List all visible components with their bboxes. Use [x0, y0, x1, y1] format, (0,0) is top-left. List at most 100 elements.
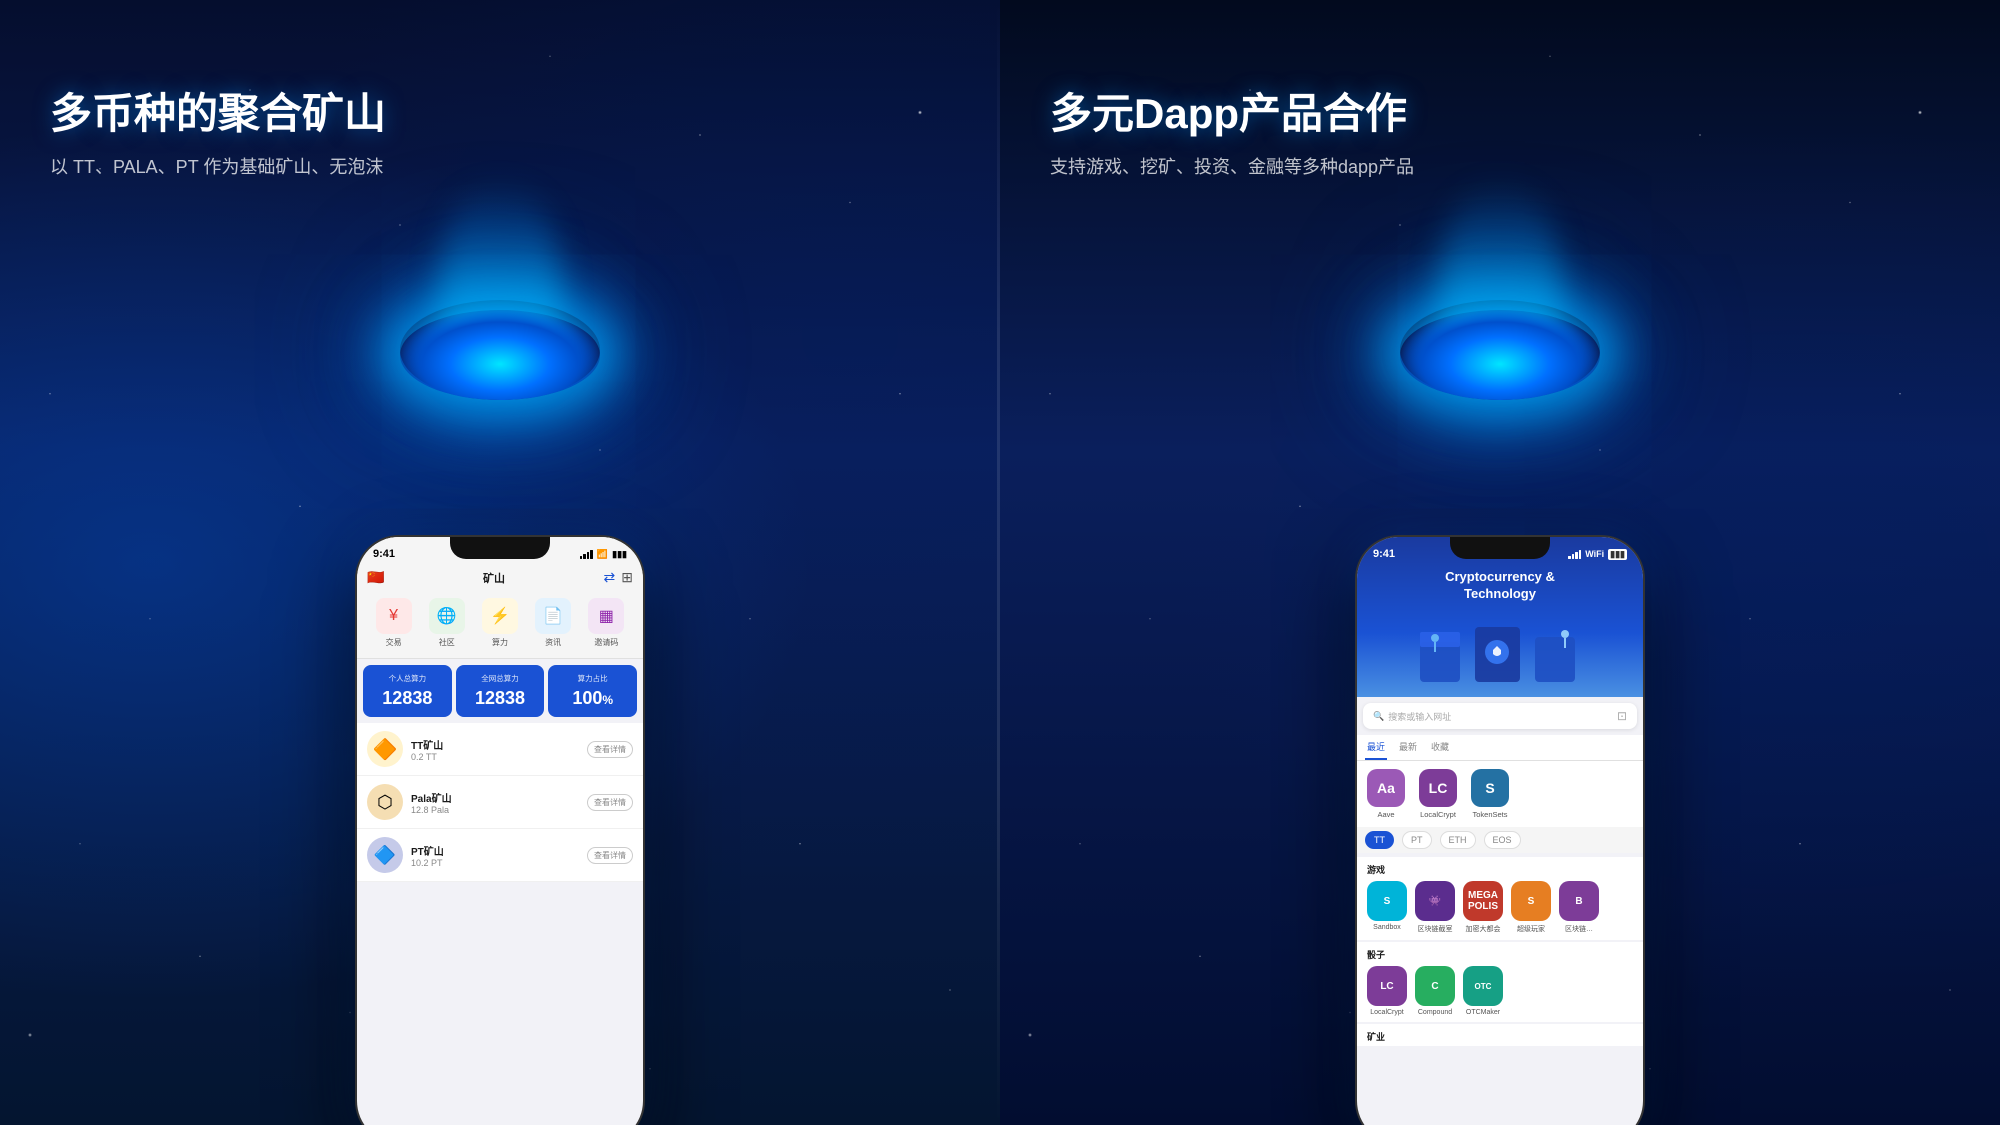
nav-action-icons: ⇄ ⊞ — [604, 569, 633, 586]
battery-icon: ▮▮▮ — [612, 549, 627, 560]
otcmaker-icon: OTC — [1463, 966, 1503, 1006]
power-button-right — [1643, 657, 1645, 707]
compound-icon: C — [1415, 966, 1455, 1006]
mining-title-row: 🇨🇳 矿山 ⇄ ⊞ — [367, 569, 633, 586]
right-screen: 9:41 WiFi ▮▮▮ — [1357, 537, 1643, 1125]
mining-title: 矿山 — [483, 570, 505, 586]
mining-section: 矿业 — [1357, 1024, 1643, 1046]
recent-localcrypt[interactable]: LC LocalCrypt — [1419, 769, 1457, 819]
dapp-hero-illustration — [1410, 622, 1590, 692]
pt-detail-btn[interactable]: 查看详情 — [587, 847, 633, 864]
left-screen: 9:41 📶 ▮▮▮ 🇨🇳 — [357, 537, 643, 1125]
metropolis-icon: MEGAPOLIS — [1463, 881, 1503, 921]
tab-newest[interactable]: 最新 — [1397, 735, 1419, 760]
tt-detail-btn[interactable]: 查看详情 — [587, 741, 633, 758]
tab-recent[interactable]: 最近 — [1365, 735, 1387, 760]
battery-icon-right: ▮▮▮ — [1608, 549, 1627, 560]
app-blockchain1[interactable]: 👾 区块链截室 — [1415, 881, 1455, 934]
tt-icon: 🔶 — [367, 731, 403, 767]
right-phone: 9:41 WiFi ▮▮▮ — [1355, 535, 1645, 1125]
nav-news[interactable]: 📄 资讯 — [535, 598, 571, 648]
recent-aave[interactable]: Aa Aave — [1367, 769, 1405, 819]
pt-icon: 🔷 — [367, 837, 403, 873]
games-section: 游戏 S Sandbox 👾 区块链截室 MEGAPOLIS 加密大都会 — [1357, 857, 1643, 940]
dice-title: 骰子 — [1357, 942, 1643, 964]
pala-info: Pala矿山 12.8 Pala — [411, 790, 587, 815]
cat-eth[interactable]: ETH — [1440, 831, 1476, 849]
right-notch — [1450, 537, 1550, 559]
left-subtitle: 以 TT、PALA、PT 作为基础矿山、无泡沫 — [50, 153, 386, 179]
right-time: 9:41 — [1373, 548, 1395, 560]
cat-eos[interactable]: EOS — [1484, 831, 1521, 849]
left-time: 9:41 — [373, 548, 395, 560]
dapp-title-area: Cryptocurrency &Technology — [1369, 569, 1631, 603]
nav-trading[interactable]: ¥ 交易 — [376, 598, 412, 648]
tokensets-icon: S — [1471, 769, 1509, 807]
wallet-icon[interactable]: ⇄ — [604, 569, 616, 586]
right-panel: 多元Dapp产品合作 支持游戏、挖矿、投资、金融等多种dapp产品 9:41 — [1000, 0, 2000, 1125]
localcrypt2-icon: LC — [1367, 966, 1407, 1006]
cat-pt[interactable]: PT — [1402, 831, 1432, 849]
app-metropolis[interactable]: MEGAPOLIS 加密大都会 — [1463, 881, 1503, 934]
app-compound[interactable]: C Compound — [1415, 966, 1455, 1016]
app-supergamer[interactable]: S 超级玩家 — [1511, 881, 1551, 934]
dapp-main-tabs: 最近 最新 收藏 — [1357, 735, 1643, 761]
dice-section: 骰子 LC LocalCrypt C Compound OTC OTCMaker — [1357, 942, 1643, 1022]
dapp-app-title: Cryptocurrency &Technology — [1369, 569, 1631, 603]
games-title: 游戏 — [1357, 857, 1643, 879]
left-status-icons: 📶 ▮▮▮ — [580, 549, 627, 560]
nav-invite[interactable]: ▦ 邀请码 — [588, 598, 624, 648]
tt-info: TT矿山 0.2 TT — [411, 737, 587, 762]
right-phone-container: 9:41 WiFi ▮▮▮ — [1355, 535, 1645, 1125]
power-button-left — [643, 657, 645, 707]
recent-tokensets[interactable]: S TokenSets — [1471, 769, 1509, 819]
left-phone-container: 9:41 📶 ▮▮▮ 🇨🇳 — [355, 535, 645, 1125]
tab-favorites[interactable]: 收藏 — [1429, 735, 1451, 760]
nav-community[interactable]: 🌐 社区 — [429, 598, 465, 648]
app-sandbox[interactable]: S Sandbox — [1367, 881, 1407, 934]
wifi-icon-right: WiFi — [1585, 549, 1604, 559]
pala-icon: ⬡ — [367, 784, 403, 820]
pala-detail-btn[interactable]: 查看详情 — [587, 794, 633, 811]
right-subtitle: 支持游戏、挖矿、投资、金融等多种dapp产品 — [1050, 153, 1414, 179]
stat-ratio: 算力占比 100% — [548, 665, 637, 717]
blockchain2-icon: B — [1559, 881, 1599, 921]
search-placeholder: 搜索或输入网址 — [1388, 710, 1613, 723]
iso-svg — [1410, 622, 1590, 692]
recent-icons-row: Aa Aave LC LocalCrypt S TokenSets — [1357, 761, 1643, 827]
signal-icon — [580, 549, 593, 559]
cat-tt[interactable]: TT — [1365, 831, 1394, 849]
stat-network: 全网总算力 12838 — [456, 665, 545, 717]
dapp-search-bar[interactable]: 🔍 搜索或输入网址 ⊡ — [1363, 703, 1637, 729]
left-phone: 9:41 📶 ▮▮▮ 🇨🇳 — [355, 535, 645, 1125]
dice-apps-row: LC LocalCrypt C Compound OTC OTCMaker — [1357, 964, 1643, 1022]
app-blockchain2[interactable]: B 区块链… — [1559, 881, 1599, 934]
mining-title: 矿业 — [1357, 1024, 1643, 1046]
china-flag-icon: 🇨🇳 — [367, 569, 384, 586]
mining-item-tt: 🔶 TT矿山 0.2 TT 查看详情 — [357, 723, 643, 776]
app-localcrypt2[interactable]: LC LocalCrypt — [1367, 966, 1407, 1016]
right-status-icons: WiFi ▮▮▮ — [1568, 549, 1627, 560]
search-icon: 🔍 — [1373, 711, 1384, 722]
sandbox-icon: S — [1367, 881, 1407, 921]
stat-personal: 个人总算力 12838 — [363, 665, 452, 717]
left-panel: 多币种的聚合矿山 以 TT、PALA、PT 作为基础矿山、无泡沫 9:41 — [0, 0, 1000, 1125]
cat-tabs-row: TT PT ETH EOS — [1357, 827, 1643, 853]
pt-info: PT矿山 10.2 PT — [411, 843, 587, 868]
mining-item-pt: 🔷 PT矿山 10.2 PT 查看详情 — [357, 829, 643, 882]
signal-icon-right — [1568, 549, 1581, 559]
mining-item-pala: ⬡ Pala矿山 12.8 Pala 查看详情 — [357, 776, 643, 829]
expand-icon[interactable]: ⊞ — [621, 569, 633, 586]
wifi-icon: 📶 — [597, 549, 608, 560]
right-header: 多元Dapp产品合作 支持游戏、挖矿、投资、金融等多种dapp产品 — [1050, 80, 1414, 179]
qr-scan-icon[interactable]: ⊡ — [1617, 709, 1627, 723]
app-otcmaker[interactable]: OTC OTCMaker — [1463, 966, 1503, 1016]
left-header: 多币种的聚合矿山 以 TT、PALA、PT 作为基础矿山、无泡沫 — [50, 80, 386, 179]
blockchain1-icon: 👾 — [1415, 881, 1455, 921]
dapp-header: 9:41 WiFi ▮▮▮ — [1357, 537, 1643, 697]
stats-grid: 个人总算力 12838 全网总算力 12838 算力占比 100% — [357, 659, 643, 723]
mining-list: 🔶 TT矿山 0.2 TT 查看详情 ⬡ Pala矿山 12.8 Pala — [357, 723, 643, 882]
nav-hashrate[interactable]: ⚡ 算力 — [482, 598, 518, 648]
left-notch — [450, 537, 550, 559]
localcrypt-icon: LC — [1419, 769, 1457, 807]
